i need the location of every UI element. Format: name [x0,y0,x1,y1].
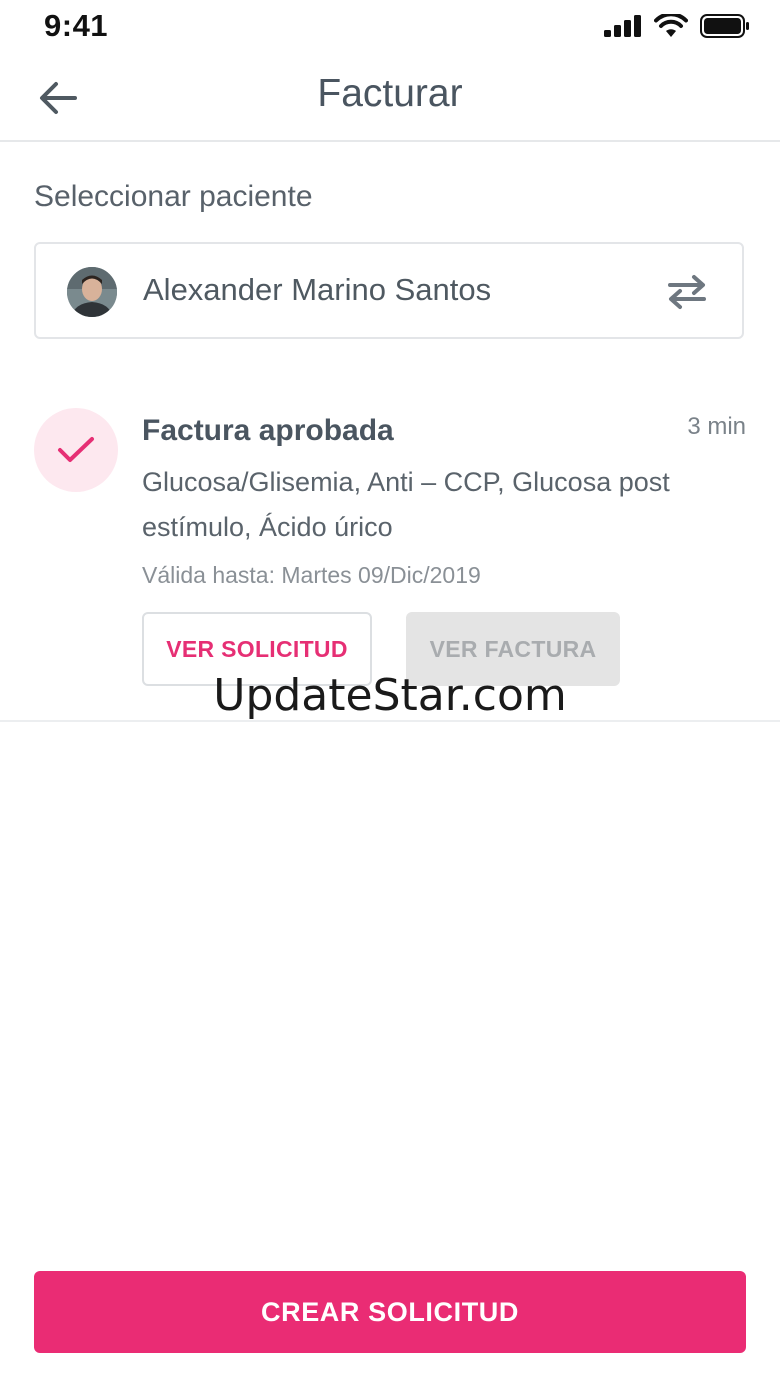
wifi-icon [654,14,688,37]
notification-validity: Válida hasta: Martes 09/Dic/2019 [142,562,481,588]
battery-icon [700,14,749,38]
approved-status-icon [34,408,118,492]
swap-icon[interactable] [666,274,708,310]
nav-bar: Facturar [0,56,780,142]
check-icon [58,437,94,462]
patient-name: Alexander Marino Santos [143,272,492,307]
status-icons [604,14,750,38]
cellular-signal-icon [604,15,641,37]
avatar [67,267,117,317]
status-bar: 9:41 [0,0,780,56]
watermark-text: UpdateStar.com [213,670,567,721]
status-time: 9:41 [44,8,109,43]
page-title: Facturar [317,72,463,115]
select-patient-label: Seleccionar paciente [34,180,313,213]
notification-time: 3 min [687,413,746,440]
notification-title: Factura aprobada [142,414,394,447]
patient-selector[interactable]: Alexander Marino Santos [34,242,744,339]
notification-body: Glucosa/Glisemia, Anti – CCP, Glucosa po… [142,467,670,542]
create-request-button[interactable]: CREAR SOLICITUD [34,1271,746,1353]
